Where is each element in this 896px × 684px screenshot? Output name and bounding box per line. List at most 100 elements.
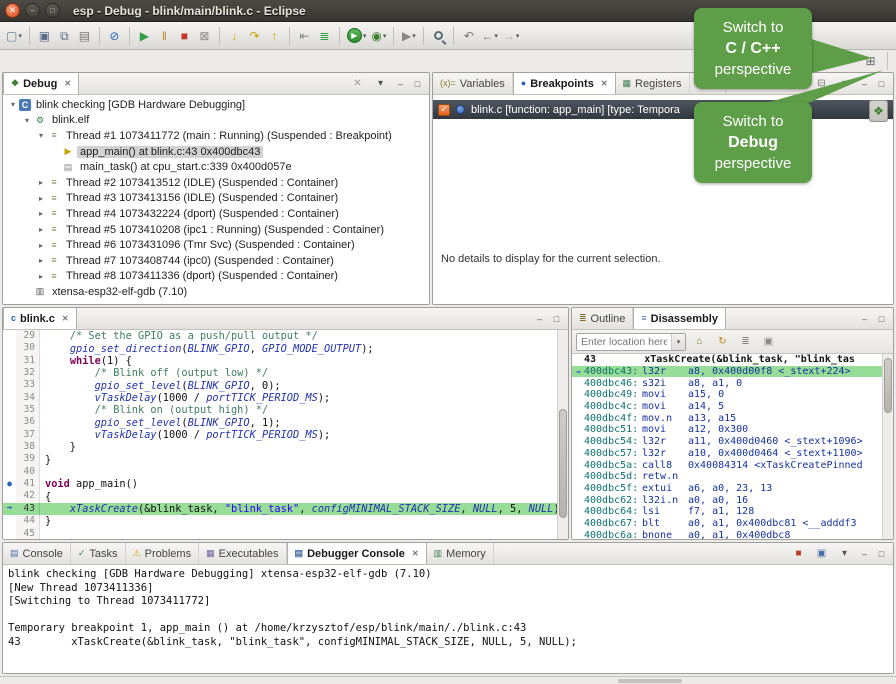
editor-content[interactable]: 29 /* Set the GPIO as a push/pull output… bbox=[3, 330, 568, 539]
location-combo[interactable]: ▾ bbox=[576, 333, 686, 351]
status-scroll-thumb[interactable] bbox=[618, 679, 682, 683]
minimize-button[interactable]: – bbox=[394, 79, 407, 89]
view-menu-icon[interactable]: ▾ bbox=[835, 545, 854, 563]
console-tab[interactable]: ▤Console bbox=[3, 543, 71, 564]
step-over-icon[interactable]: ↷ bbox=[245, 25, 264, 47]
home-icon[interactable]: ⌂ bbox=[690, 333, 709, 351]
window-minimize-button[interactable]: – bbox=[25, 3, 40, 18]
refresh-icon[interactable]: ↻ bbox=[713, 333, 732, 351]
console-output-area[interactable]: blink checking [GDB Hardware Debugging] … bbox=[3, 565, 893, 673]
debug-tree-row[interactable]: ▥xtensa-esp32-elf-gdb (7.10) bbox=[3, 284, 429, 300]
debug-tree-row[interactable]: ▸≡Thread #3 1073413156 (IDLE) (Suspended… bbox=[3, 191, 429, 207]
run-icon[interactable]: ▶▾ bbox=[345, 25, 369, 47]
minimize-button[interactable]: – bbox=[858, 549, 871, 559]
debug-tree-row[interactable]: ▸≡Thread #2 1073413512 (IDLE) (Suspended… bbox=[3, 175, 429, 191]
view-menu-icon[interactable]: ▾ bbox=[835, 75, 854, 93]
debug-icon[interactable]: ◉▾ bbox=[369, 25, 388, 47]
back-icon[interactable]: ←▾ bbox=[479, 25, 500, 47]
registers-tab[interactable]: ▦Registers bbox=[616, 73, 690, 94]
outline-tab[interactable]: ≣Outline bbox=[572, 308, 633, 329]
combo-dropdown-icon[interactable]: ▾ bbox=[671, 334, 685, 350]
debug-tree-row[interactable]: ▾⚙blink.elf bbox=[3, 113, 429, 129]
editor-scrollbar[interactable] bbox=[557, 330, 568, 539]
new-icon[interactable]: ▢▾ bbox=[4, 25, 24, 47]
drop-to-frame-icon[interactable]: ⇤ bbox=[295, 25, 314, 47]
debugger-console-tab[interactable]: ▤Debugger Console✕ bbox=[287, 543, 427, 564]
disconnect-icon[interactable]: ⊠ bbox=[195, 25, 214, 47]
editor-scrollbar-thumb[interactable] bbox=[559, 409, 567, 518]
external-tools-icon[interactable]: ▶▾ bbox=[399, 25, 418, 47]
clear-console-icon[interactable]: ▣ bbox=[812, 545, 831, 563]
debug-tree-row[interactable]: ▸≡Thread #8 1073411336 (dport) (Suspende… bbox=[3, 269, 429, 285]
collapse-arrow-icon[interactable]: ▾ bbox=[7, 100, 19, 109]
debug-tree-row[interactable]: ▾≡Thread #1 1073411772 (main : Running) … bbox=[3, 128, 429, 144]
executables-tab[interactable]: ▦Executables bbox=[199, 543, 286, 564]
step-return-icon[interactable]: ↑ bbox=[265, 25, 284, 47]
debug-tab[interactable]: ❖Debug✕ bbox=[3, 73, 79, 94]
minimize-button[interactable]: – bbox=[858, 314, 871, 324]
collapse-arrow-icon[interactable]: ▾ bbox=[21, 116, 33, 125]
maximize-button[interactable]: □ bbox=[411, 79, 424, 89]
terminate-icon[interactable]: ■ bbox=[789, 545, 808, 563]
debug-perspective-button[interactable]: ❖ bbox=[869, 100, 888, 122]
close-icon[interactable]: ✕ bbox=[412, 549, 419, 558]
expand-arrow-icon[interactable]: ▸ bbox=[35, 178, 47, 187]
save-icon[interactable]: ▣ bbox=[35, 25, 54, 47]
breakpoints-list-area[interactable]: ✓ blink.c [function: app_main] [type: Te… bbox=[433, 95, 893, 304]
close-icon[interactable]: ✕ bbox=[64, 79, 71, 88]
collapse-arrow-icon[interactable]: ▾ bbox=[35, 131, 47, 140]
debug-tree-row[interactable]: ▸≡Thread #5 1073410208 (ipc1 : Running) … bbox=[3, 222, 429, 238]
disassembly-scrollbar-thumb[interactable] bbox=[884, 358, 892, 414]
minimize-button[interactable]: – bbox=[858, 79, 871, 89]
disassembly-tab[interactable]: ≡Disassembly bbox=[633, 308, 726, 329]
pin-view-icon[interactable]: ▣ bbox=[759, 333, 778, 351]
window-maximize-button[interactable]: □ bbox=[45, 3, 60, 18]
maximize-button[interactable]: □ bbox=[550, 314, 563, 324]
expand-arrow-icon[interactable]: ▸ bbox=[35, 241, 47, 250]
terminate-icon[interactable]: ■ bbox=[175, 25, 194, 47]
variables-tab[interactable]: (x)=Variables bbox=[433, 73, 513, 94]
blink-c-tab[interactable]: cblink.c✕ bbox=[3, 308, 77, 329]
instruction-stepping-icon[interactable]: ≣ bbox=[315, 25, 334, 47]
location-input[interactable] bbox=[577, 334, 671, 350]
forward-icon[interactable]: →▾ bbox=[501, 25, 522, 47]
suspend-icon[interactable]: ‖ bbox=[155, 25, 174, 47]
last-edit-location-icon[interactable]: ↶ bbox=[459, 25, 478, 47]
resume-icon[interactable]: ▶ bbox=[135, 25, 154, 47]
debug-tree-row[interactable]: ▸≡Thread #7 1073408744 (ipc0) (Suspended… bbox=[3, 253, 429, 269]
search-icon[interactable]: ○ bbox=[429, 25, 448, 47]
disassembly-scrollbar[interactable] bbox=[882, 354, 893, 539]
close-icon[interactable]: ✕ bbox=[62, 314, 69, 323]
memory-tab[interactable]: ▥Memory bbox=[427, 543, 494, 564]
debug-tree-area[interactable]: ▾Cblink checking [GDB Hardware Debugging… bbox=[3, 95, 429, 304]
breakpoint-row[interactable]: ✓ blink.c [function: app_main] [type: Te… bbox=[433, 100, 893, 119]
remove-all-terminated-icon[interactable]: ✕ bbox=[348, 75, 367, 93]
save-all-icon[interactable]: ⧉ bbox=[55, 25, 74, 47]
debug-tree-row[interactable]: ▾Cblink checking [GDB Hardware Debugging… bbox=[3, 97, 429, 113]
window-close-button[interactable]: ✕ bbox=[5, 3, 20, 18]
problems-tab[interactable]: ⚠Problems bbox=[126, 543, 200, 564]
step-into-icon[interactable]: ↓ bbox=[225, 25, 244, 47]
expand-arrow-icon[interactable]: ▸ bbox=[35, 225, 47, 234]
disassembly-content[interactable]: ▾ ⌂↻≣▣ 43 xTaskCreate(&blink_task, "blin… bbox=[572, 330, 893, 539]
expand-arrow-icon[interactable]: ▸ bbox=[35, 256, 47, 265]
maximize-button[interactable]: □ bbox=[875, 79, 888, 89]
print-icon[interactable]: ▤ bbox=[75, 25, 94, 47]
breakpoint-checkbox[interactable]: ✓ bbox=[438, 104, 450, 116]
maximize-button[interactable]: □ bbox=[875, 314, 888, 324]
debug-tree-row[interactable]: ▸≡Thread #6 1073431096 (Tmr Svc) (Suspen… bbox=[3, 237, 429, 253]
expand-arrow-icon[interactable]: ▸ bbox=[35, 272, 47, 281]
expand-arrow-icon[interactable]: ▸ bbox=[35, 194, 47, 203]
debug-tree-row[interactable]: ▶app_main() at blink.c:43 0x400dbc43 bbox=[3, 144, 429, 160]
maximize-button[interactable]: □ bbox=[875, 549, 888, 559]
show-source-icon[interactable]: ≣ bbox=[736, 333, 755, 351]
collapse-all-icon[interactable]: ⊟ bbox=[812, 75, 831, 93]
minimize-button[interactable]: – bbox=[533, 314, 546, 324]
debug-tree-row[interactable]: ▤main_task() at cpu_start.c:339 0x400d05… bbox=[3, 159, 429, 175]
open-perspective-icon[interactable]: ⊞ bbox=[861, 50, 880, 72]
view-menu-icon[interactable]: ▾ bbox=[371, 75, 390, 93]
breakpoints-tab[interactable]: ●Breakpoints✕ bbox=[513, 73, 616, 94]
close-icon[interactable]: ✕ bbox=[601, 79, 608, 88]
tasks-tab[interactable]: ✓Tasks bbox=[71, 543, 126, 564]
expand-arrow-icon[interactable]: ▸ bbox=[35, 209, 47, 218]
